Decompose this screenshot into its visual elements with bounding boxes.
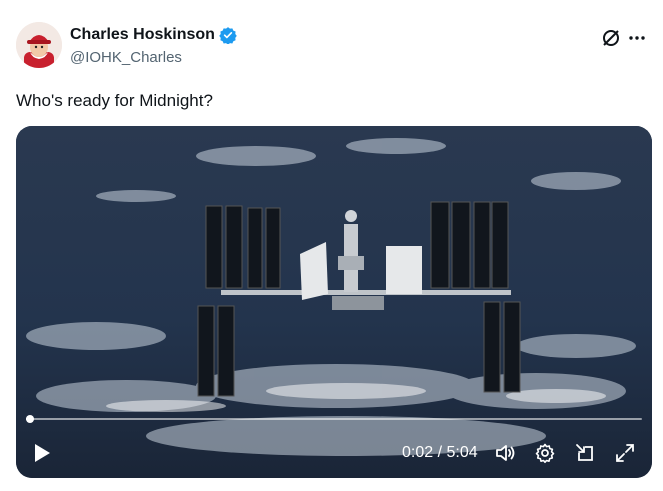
- time-display: 0:02 / 5:04: [402, 444, 478, 461]
- verified-badge-icon[interactable]: [219, 26, 237, 45]
- tweet-text: Who's ready for Midnight?: [16, 91, 213, 110]
- author-name-row[interactable]: Charles Hoskinson: [70, 25, 237, 45]
- volume-icon[interactable]: [494, 442, 516, 464]
- more-icon[interactable]: [627, 28, 647, 48]
- grok-icon[interactable]: [601, 28, 621, 48]
- author-display-name[interactable]: Charles Hoskinson: [70, 25, 215, 45]
- progress-bar[interactable]: [26, 415, 642, 423]
- author-block: Charles Hoskinson @IOHK_Charles: [70, 25, 237, 68]
- avatar-image: [16, 22, 62, 68]
- video-player[interactable]: 0:02 / 5:04: [16, 126, 652, 478]
- picture-in-picture-icon[interactable]: [574, 442, 596, 464]
- fullscreen-icon[interactable]: [614, 442, 636, 464]
- avatar[interactable]: [16, 22, 62, 68]
- header-actions: [601, 28, 647, 48]
- tweet-header: Charles Hoskinson @IOHK_Charles: [16, 18, 647, 74]
- video-controls: 0:02 / 5:04: [16, 426, 652, 478]
- settings-icon[interactable]: [534, 442, 556, 464]
- play-icon[interactable]: [32, 442, 52, 464]
- author-handle[interactable]: @IOHK_Charles: [70, 48, 237, 68]
